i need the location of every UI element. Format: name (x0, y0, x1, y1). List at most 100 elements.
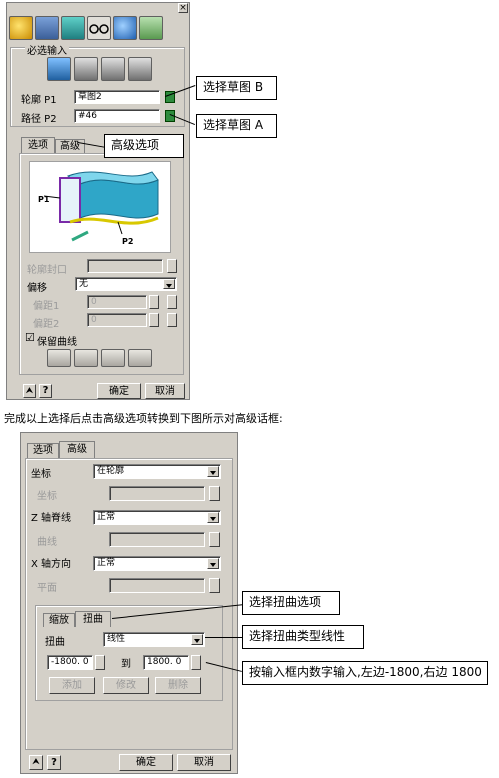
keep-curve-label: 保留曲线 (37, 337, 77, 348)
offset2-button (167, 313, 177, 327)
twist-start-field[interactable]: -1800. 0 (47, 655, 93, 670)
leader-line-twist-type (205, 637, 243, 638)
to-label: 到 (121, 659, 131, 670)
top-dialog: × 必选输入 轮廓 P1 草图2 路径 P2 #46 选项 高级 P1 P2 轮… (6, 2, 190, 400)
toolbar (9, 16, 179, 42)
offset-label: 偏移 (27, 283, 47, 294)
profile-cap-label: 轮廓封口 (27, 265, 67, 276)
delete-button: 删除 (155, 677, 201, 694)
add-button: 添加 (49, 677, 95, 694)
profile-field[interactable]: 草图2 (74, 90, 160, 104)
x-dir-label: X 轴方向 (31, 559, 72, 570)
chevron-down-icon[interactable] (207, 512, 219, 523)
cancel-button[interactable]: 取消 (145, 383, 185, 399)
advanced-dialog: 选项 高级 坐标 在轮廓 坐标 Z 轴脊线 正常 曲线 X 轴方向 正常 平面 … (20, 432, 238, 774)
offset1-field: 0 (87, 295, 147, 309)
sweep-type-buttons (47, 57, 157, 83)
chevron-down-icon[interactable] (207, 558, 219, 569)
required-input-label: 必选输入 (25, 42, 69, 57)
callout-advanced-options: 高级选项 (104, 134, 184, 158)
path-label: 路径 P2 (21, 114, 57, 125)
end-type-2-icon[interactable] (74, 349, 98, 367)
callout-select-sketch-b: 选择草图 B (196, 76, 277, 100)
callout-input-values: 按输入框内数字输入,左边-1800,右边 1800 (242, 661, 488, 685)
callout-twist-option: 选择扭曲选项 (242, 591, 340, 615)
sweep-diagram: P1 P2 (29, 161, 171, 253)
end-type-1-icon[interactable] (47, 349, 71, 367)
offset2-spinner (149, 313, 159, 327)
diagram-p1-label: P1 (38, 195, 50, 204)
notes-icon[interactable] (139, 16, 163, 40)
offset-combo-value: 无 (79, 279, 89, 289)
plane-button (209, 578, 220, 593)
sweep-type-1-icon[interactable] (47, 57, 71, 81)
plane-field (109, 578, 205, 593)
end-type-buttons (47, 349, 157, 369)
expand-button[interactable]: ⮝ (23, 384, 36, 398)
twist-combo[interactable]: 线性 (103, 632, 205, 647)
cancel-button-2[interactable]: 取消 (177, 754, 231, 771)
coord-label: 坐标 (31, 469, 51, 480)
chevron-down-icon[interactable] (163, 279, 175, 289)
x-dir-combo[interactable]: 正常 (93, 556, 221, 571)
z-spine-combo[interactable]: 正常 (93, 510, 221, 525)
x-dir-combo-value: 正常 (97, 558, 116, 568)
offset1-label: 偏距1 (33, 301, 60, 312)
tab-scale[interactable]: 缩放 (43, 613, 75, 627)
globe-icon[interactable] (113, 16, 137, 40)
help-button-2[interactable]: ? (47, 755, 61, 770)
sweep-type-3-icon[interactable] (101, 57, 125, 81)
end-type-4-icon[interactable] (128, 349, 152, 367)
stamp-tool-icon[interactable] (35, 16, 59, 40)
coord-combo[interactable]: 在轮廓 (93, 464, 221, 479)
twist-end-spinner[interactable] (191, 655, 201, 670)
profile-label: 轮廓 P1 (21, 95, 57, 106)
z-spine-combo-value: 正常 (97, 512, 116, 522)
curve-label: 曲线 (37, 537, 57, 548)
offset2-field: 0 (87, 313, 147, 327)
keep-curve-checkbox[interactable]: ☑ (25, 331, 35, 344)
sweep-type-4-icon[interactable] (128, 57, 152, 81)
modify-button: 修改 (103, 677, 149, 694)
tab-twist[interactable]: 扭曲 (75, 611, 111, 627)
coord-sub-button (209, 486, 220, 501)
z-spine-label: Z 轴脊线 (31, 513, 72, 524)
diagram-p2-label: P2 (122, 237, 133, 246)
instruction-text: 完成以上选择后点击高级选项转换到下图所示对高级话框: (4, 412, 283, 425)
curve-button (209, 532, 220, 547)
tab-options[interactable]: 选项 (21, 137, 55, 153)
tab-advanced[interactable]: 高级 (55, 139, 85, 153)
coord-sub-field (109, 486, 205, 501)
twist-end-field[interactable]: 1800. 0 (143, 655, 189, 670)
callout-twist-type: 选择扭曲类型线性 (242, 625, 364, 649)
sweep-type-2-icon[interactable] (74, 57, 98, 81)
close-button[interactable]: × (178, 3, 188, 13)
profile-cap-button (167, 259, 177, 273)
coord-sub-label: 坐标 (37, 491, 57, 502)
sweep-tool-icon[interactable] (9, 16, 33, 40)
title-strip (7, 3, 189, 14)
twist-start-spinner[interactable] (95, 655, 105, 670)
glasses-icon[interactable] (87, 16, 111, 40)
path-field[interactable]: #46 (74, 109, 160, 123)
end-type-3-icon[interactable] (101, 349, 125, 367)
ok-button-2[interactable]: 确定 (119, 754, 173, 771)
layer-tool-icon[interactable] (61, 16, 85, 40)
profile-cap-field (87, 259, 163, 273)
chevron-down-icon[interactable] (191, 634, 203, 645)
coord-combo-value: 在轮廓 (97, 466, 125, 476)
offset1-button (167, 295, 177, 309)
expand-button-2[interactable]: ⮝ (29, 755, 43, 770)
ok-button[interactable]: 确定 (97, 383, 141, 399)
offset1-spinner (149, 295, 159, 309)
offset-combo[interactable]: 无 (75, 277, 177, 291)
twist-label: 扭曲 (45, 637, 65, 648)
tab-options-2[interactable]: 选项 (27, 443, 59, 458)
tab-advanced-2[interactable]: 高级 (59, 441, 95, 458)
offset2-label: 偏距2 (33, 319, 60, 330)
help-button[interactable]: ? (39, 384, 52, 398)
curve-field (109, 532, 205, 547)
plane-label: 平面 (37, 583, 57, 594)
chevron-down-icon[interactable] (207, 466, 219, 477)
twist-combo-value: 线性 (107, 634, 126, 644)
